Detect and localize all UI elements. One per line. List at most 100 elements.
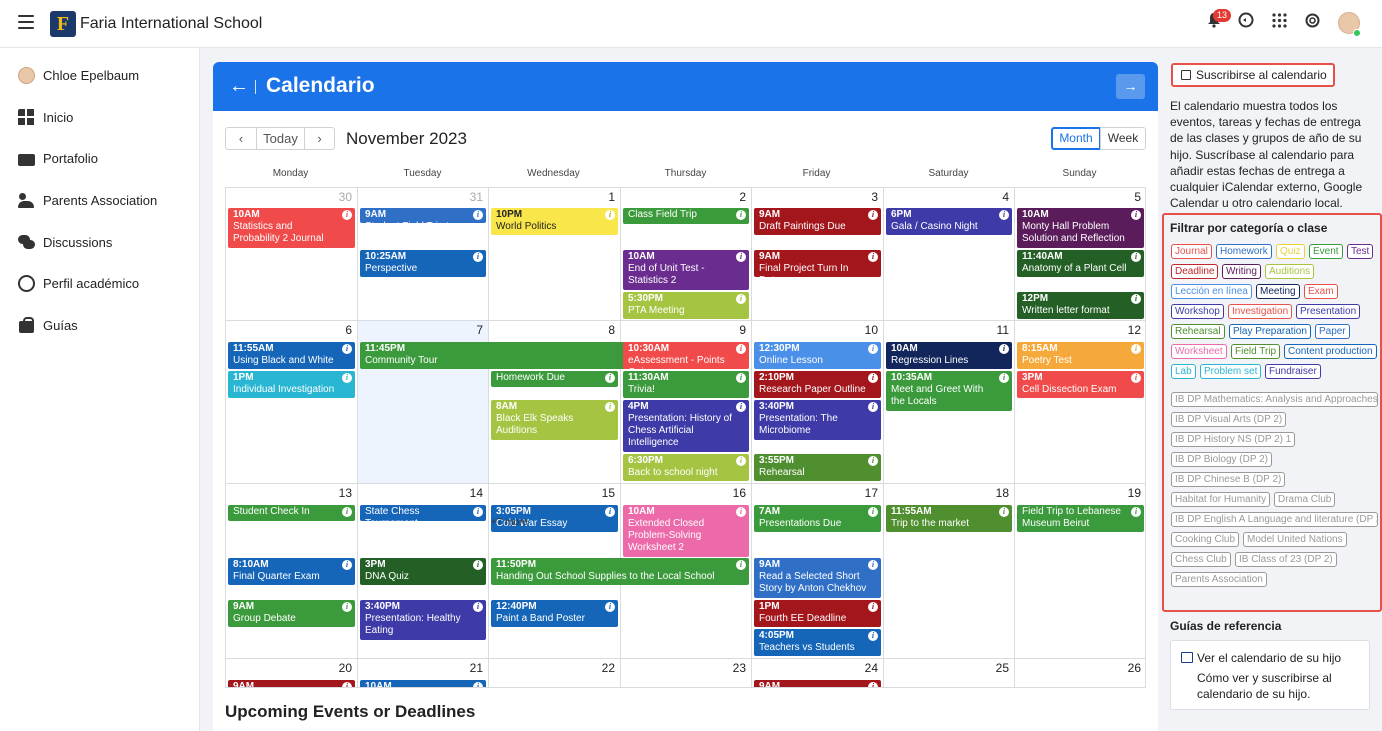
calendar-event[interactable]: 1PM Fourth EE Deadline i — [754, 600, 881, 627]
calendar-event[interactable]: 6:30PM Back to school night i — [623, 454, 749, 481]
filter-tag[interactable]: Journal — [1171, 244, 1212, 259]
filter-tag[interactable]: Model United Nations — [1243, 532, 1347, 547]
filter-tag[interactable]: IB DP Chinese B (DP 2) — [1171, 472, 1286, 487]
info-icon[interactable]: i — [605, 373, 615, 383]
info-icon[interactable]: i — [736, 507, 746, 517]
info-icon[interactable]: i — [473, 682, 483, 687]
filter-tag[interactable]: Drama Club — [1274, 492, 1336, 507]
calendar-event[interactable]: 8:10AM Final Quarter Exam i — [228, 558, 355, 585]
info-icon[interactable]: i — [999, 344, 1009, 354]
info-icon[interactable]: i — [868, 344, 878, 354]
info-icon[interactable]: i — [473, 560, 483, 570]
filter-tag[interactable]: IB DP Visual Arts (DP 2) — [1171, 412, 1287, 427]
info-icon[interactable]: i — [1131, 344, 1141, 354]
filter-tag[interactable]: Play Preparation — [1229, 324, 1311, 339]
sidebar-item-perfil-academico[interactable]: Perfil académico — [18, 273, 139, 293]
info-icon[interactable]: i — [473, 507, 483, 517]
info-icon[interactable]: i — [868, 560, 878, 570]
reference-guide-card[interactable]: Ver el calendario de su hijo Cómo ver y … — [1170, 640, 1370, 710]
filter-tag[interactable]: Habitat for Humanity — [1171, 492, 1271, 507]
info-icon[interactable]: i — [1131, 252, 1141, 262]
calendar-event[interactable]: 3:55PM Rehearsal i — [754, 454, 881, 481]
filter-tag[interactable]: Parents Association — [1171, 572, 1267, 587]
calendar-event[interactable]: 3:40PM Presentation: The Microbiome i — [754, 400, 881, 440]
sidebar-item-portafolio[interactable]: Portafolio — [18, 148, 98, 168]
calendar-event[interactable]: 4PM Presentation: History of Chess Artifi… — [623, 400, 749, 452]
more-events-link[interactable]: +7 more — [491, 517, 528, 528]
filter-tag[interactable]: IB Class of 23 (DP 2) — [1235, 552, 1337, 567]
filter-tag[interactable]: IB DP English A Language and literature … — [1171, 512, 1378, 527]
info-icon[interactable]: i — [868, 456, 878, 466]
calendar-event[interactable]: 5:30PM PTA Meeting i — [623, 292, 749, 319]
info-icon[interactable]: i — [1131, 210, 1141, 220]
info-icon[interactable]: i — [605, 602, 615, 612]
calendar-event[interactable]: 11:30AM Trivia! i — [623, 371, 749, 398]
calendar-event[interactable]: Student Check In i — [228, 505, 355, 521]
info-icon[interactable]: i — [868, 507, 878, 517]
reference-guide-link[interactable]: Ver el calendario de su hijo — [1197, 651, 1341, 665]
calendar-event[interactable]: Class Field Trip i — [623, 208, 749, 224]
calendar-event[interactable]: 11:50PM Handing Out School Supplies to th… — [491, 558, 749, 585]
filter-tag[interactable]: Quiz — [1276, 244, 1305, 259]
filter-tag[interactable]: Exam — [1304, 284, 1338, 299]
calendar-event[interactable]: 11:55AM Trip to the market i — [886, 505, 1012, 532]
info-icon[interactable]: i — [1131, 507, 1141, 517]
calendar-event[interactable]: 9AMFinal Project Turn In Date i — [754, 250, 881, 277]
calendar-event[interactable]: Field Trip to Lebanese Museum Beirut i — [1017, 505, 1144, 532]
filter-tag[interactable]: Field Trip — [1231, 344, 1281, 359]
calendar-event[interactable]: State Chess Tournament i — [360, 505, 486, 521]
menu-icon[interactable] — [18, 15, 34, 29]
filter-tag[interactable]: Rehearsal — [1171, 324, 1225, 339]
info-icon[interactable]: i — [605, 210, 615, 220]
filter-tag[interactable]: IB DP Biology (DP 2) — [1171, 452, 1273, 467]
calendar-event[interactable]: 10PM World Politics i — [491, 208, 618, 235]
info-icon[interactable]: i — [868, 402, 878, 412]
info-icon[interactable]: i — [473, 602, 483, 612]
filter-tag[interactable]: Investigation — [1228, 304, 1293, 319]
prev-month-button[interactable]: ‹ — [225, 127, 257, 150]
info-icon[interactable]: i — [342, 682, 352, 687]
info-icon[interactable]: i — [736, 402, 746, 412]
today-button[interactable]: Today — [256, 127, 305, 150]
filter-tag[interactable]: Cooking Club — [1171, 532, 1240, 547]
next-month-button[interactable]: › — [304, 127, 335, 150]
calendar-event[interactable]: 10AM Regression Lines i — [886, 342, 1012, 369]
calendar-event[interactable]: Homework Due i — [491, 371, 618, 387]
info-icon[interactable]: i — [1131, 373, 1141, 383]
info-icon[interactable]: i — [342, 602, 352, 612]
info-icon[interactable]: i — [868, 682, 878, 687]
subscribe-calendar-button[interactable]: Suscribirse al calendario — [1171, 63, 1335, 87]
calendar-event[interactable]: 10:35AM Meet and Greet With the Locals i — [886, 371, 1012, 411]
info-icon[interactable]: i — [473, 210, 483, 220]
info-icon[interactable]: i — [473, 252, 483, 262]
calendar-event[interactable]: 4:05PM Teachers vs Students i — [754, 629, 881, 656]
calendar-event[interactable]: 8AM Black Elk Speaks Auditions i — [491, 400, 618, 440]
filter-tag[interactable]: IB DP Mathematics: Analysis and Approach… — [1171, 392, 1378, 407]
info-icon[interactable]: i — [736, 344, 746, 354]
info-icon[interactable]: i — [868, 373, 878, 383]
calendar-event[interactable]: 10AM Extended Closed Problem-Solving Work… — [623, 505, 749, 557]
info-icon[interactable]: i — [999, 210, 1009, 220]
info-icon[interactable]: i — [342, 560, 352, 570]
info-icon[interactable]: i — [868, 602, 878, 612]
calendar-event[interactable]: 8:15AM Poetry Test i — [1017, 342, 1144, 369]
filter-tag[interactable]: IB DP History NS (DP 2) 1 — [1171, 432, 1296, 447]
calendar-event[interactable]: 10:30AMeAssessment - Points Quiz i — [623, 342, 749, 369]
info-icon[interactable]: i — [342, 344, 352, 354]
calendar-event[interactable]: 3PM Cell Dissection Exam i — [1017, 371, 1144, 398]
calendar-event[interactable]: 9AM Read a Selected Short Story by Anton … — [754, 558, 881, 598]
school-logo[interactable]: F — [50, 11, 76, 37]
info-icon[interactable]: i — [736, 294, 746, 304]
calendar-event[interactable]: 10AM i — [360, 680, 486, 687]
calendar-event[interactable]: 3:40PM Presentation: Healthy Eating i — [360, 600, 486, 640]
info-icon[interactable]: i — [342, 210, 352, 220]
calendar-event[interactable]: 11:40AM Anatomy of a Plant Cell i — [1017, 250, 1144, 277]
day-cell[interactable]: 26 — [1015, 659, 1145, 687]
info-icon[interactable]: i — [736, 252, 746, 262]
calendar-event[interactable]: 9AM i — [754, 680, 881, 687]
filter-tag[interactable]: Homework — [1216, 244, 1272, 259]
filter-tag[interactable]: Workshop — [1171, 304, 1224, 319]
calendar-event[interactable]: 9AM Group Debate i — [228, 600, 355, 627]
calendar-event[interactable]: 9AM Draft Paintings Due i — [754, 208, 881, 235]
info-icon[interactable]: i — [605, 402, 615, 412]
